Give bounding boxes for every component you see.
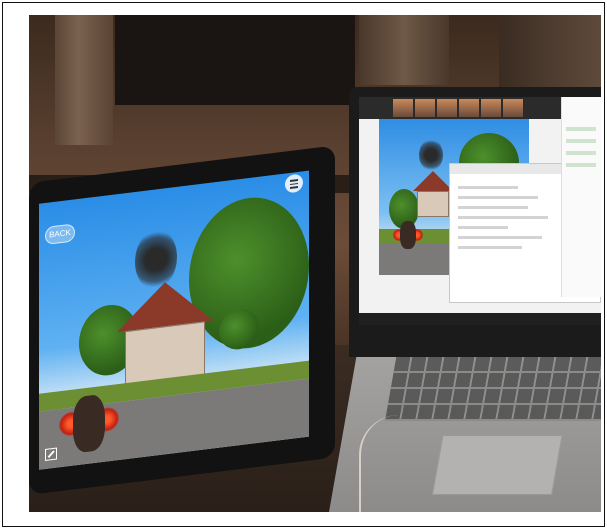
curtain-middle: [359, 15, 449, 85]
ar-robot: [59, 388, 119, 459]
photograph: BACK: [29, 15, 601, 512]
text-line: [458, 196, 538, 199]
text-line: [458, 206, 528, 209]
curtain-left: [55, 15, 113, 145]
laptop-touchpad: [431, 435, 563, 495]
photo-frame: BACK: [2, 2, 605, 527]
side-panel: [561, 97, 601, 297]
tablet: BACK: [29, 145, 335, 495]
laptop-screen: [349, 87, 601, 357]
house: [417, 191, 449, 217]
side-panel-item: [566, 139, 596, 143]
charging-cable: [359, 415, 409, 512]
text-line: [458, 216, 548, 219]
window: [115, 15, 355, 105]
text-line: [458, 226, 508, 229]
side-panel-item: [566, 163, 596, 167]
back-button[interactable]: BACK: [45, 223, 75, 246]
participant-thumbnail: [437, 99, 457, 117]
side-panel-item: [566, 127, 596, 131]
text-line: [458, 236, 542, 239]
curtain-right: [499, 15, 601, 90]
participant-thumbnail: [481, 99, 501, 117]
house-roof: [413, 171, 453, 191]
menu-icon[interactable]: [285, 173, 303, 194]
side-panel-item: [566, 151, 596, 155]
participant-thumbnail: [393, 99, 413, 117]
text-line: [458, 246, 522, 249]
tablet-ar-screen: BACK: [39, 170, 309, 470]
expand-icon[interactable]: [45, 447, 57, 462]
participant-thumbnail: [459, 99, 479, 117]
participant-thumbnail: [503, 99, 523, 117]
laptop-display: [359, 97, 601, 325]
participant-thumbnail: [415, 99, 435, 117]
robot-body: [400, 221, 416, 249]
robot-body: [73, 393, 105, 454]
taskbar: [359, 313, 601, 325]
smoke-plume: [419, 139, 443, 171]
ar-robot: [393, 219, 423, 251]
text-line: [458, 186, 518, 189]
